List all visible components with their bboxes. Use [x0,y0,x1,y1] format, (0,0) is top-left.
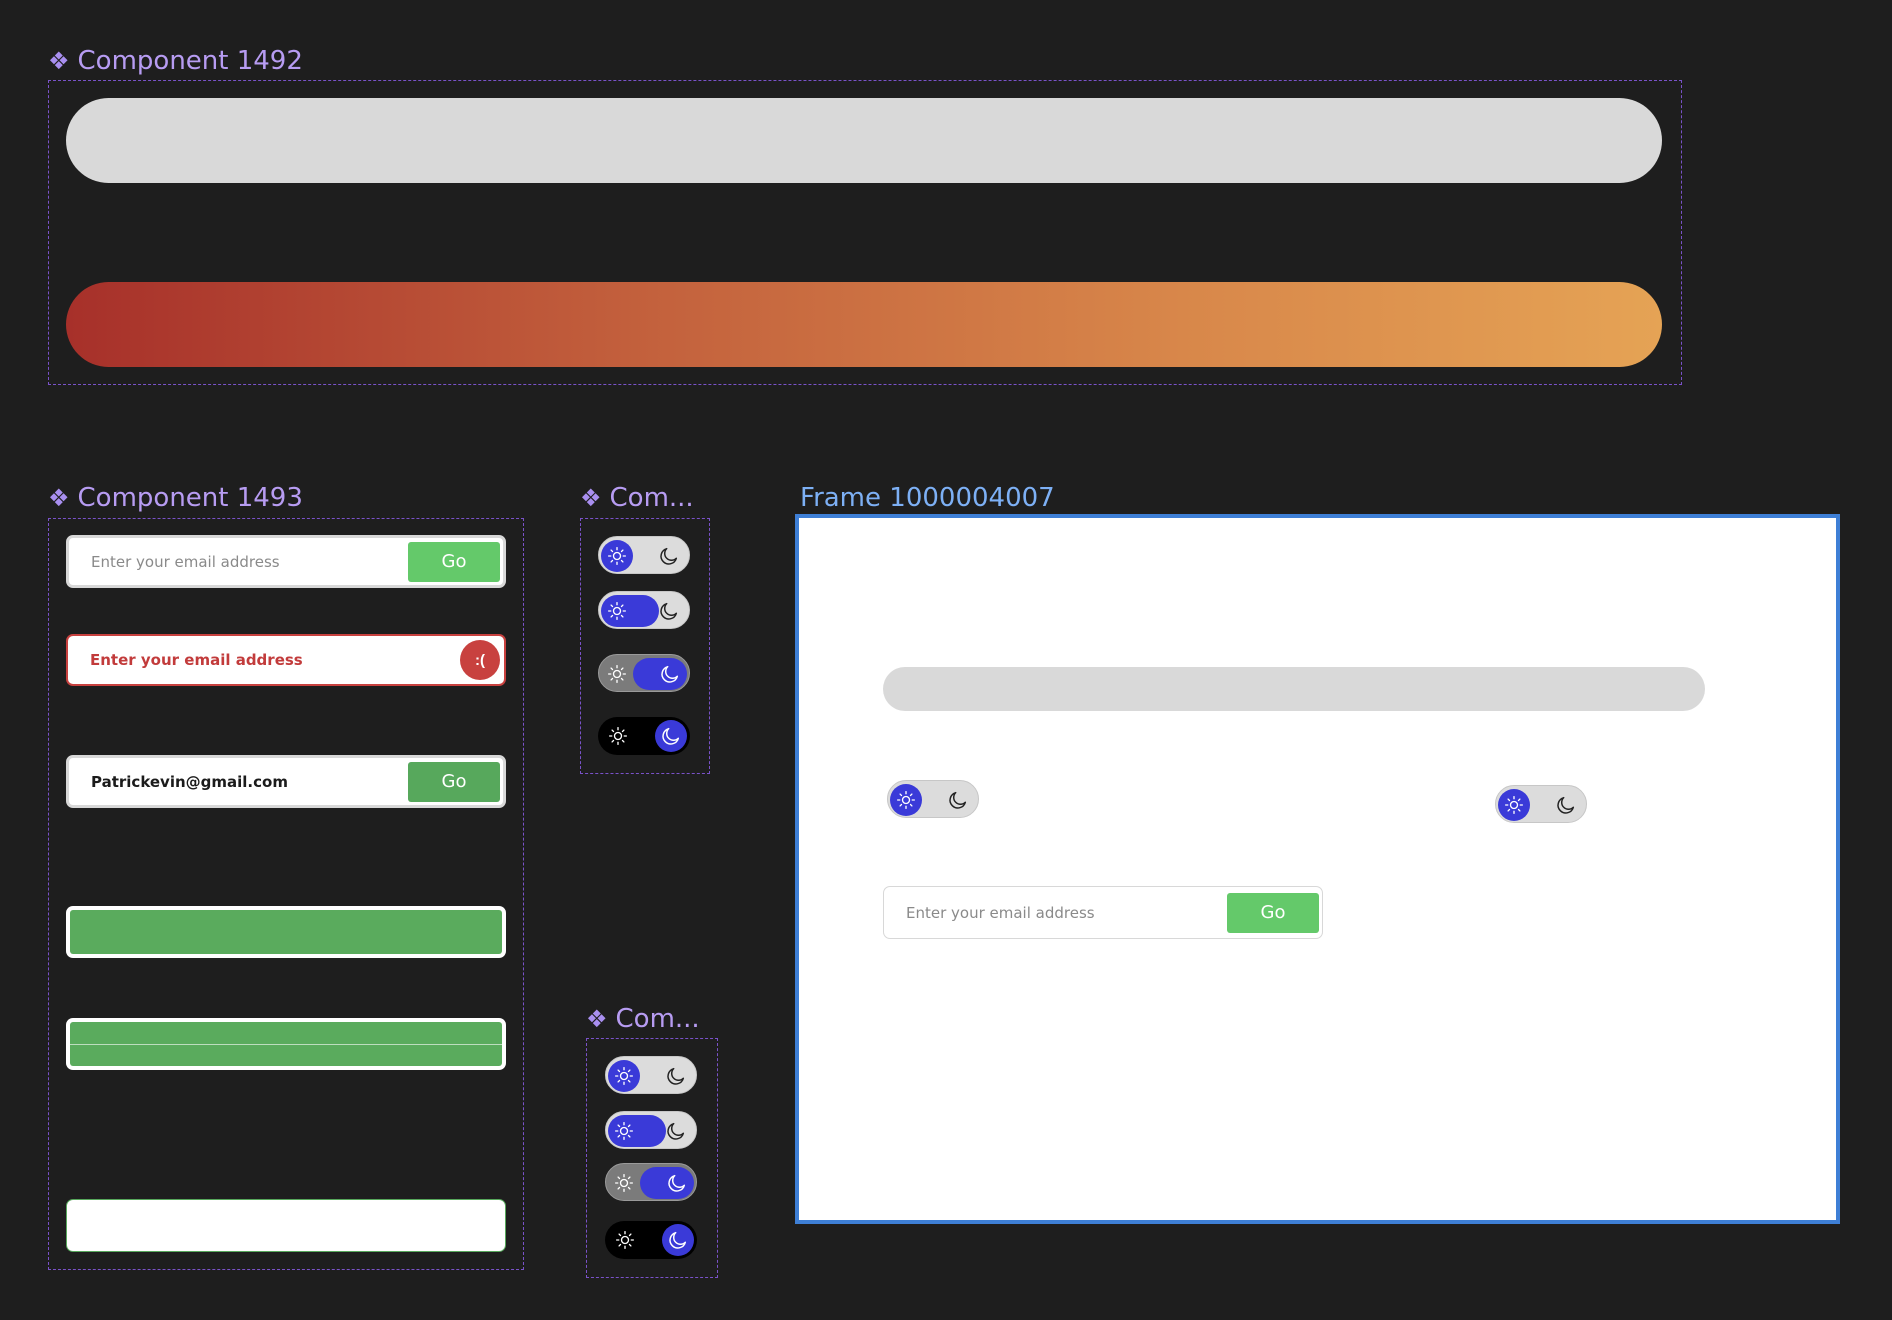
component-1492-title: Component 1492 [77,46,303,76]
component-1493-title: Component 1493 [77,483,303,513]
toggle-component-a-label: ❖ Com... [580,485,694,511]
gradient-progress-bar [66,282,1662,367]
toggle-component-b-label: ❖ Com... [586,1006,700,1032]
moon-icon [1550,786,1582,824]
toggle-knob [608,1060,640,1092]
sun-icon [609,1221,641,1259]
go-button[interactable]: Go [408,761,500,802]
error-sad-icon: :( [460,640,500,680]
theme-toggle-transition-2[interactable] [598,654,690,692]
component-1493-container [48,518,524,1270]
theme-toggle-transition-2[interactable] [605,1163,697,1201]
email-input-success [66,1018,506,1070]
frame-theme-toggle-right[interactable] [1495,785,1587,823]
component-1492-label: ❖ Component 1492 [48,48,303,74]
sun-icon [614,1121,634,1141]
theme-toggle-dark[interactable] [605,1221,697,1259]
sun-icon [602,717,634,755]
theme-toggle-transition-1[interactable] [598,591,690,629]
toggle-knob [601,540,633,572]
frame-email-input[interactable]: Enter your email address Go [883,886,1323,939]
sun-icon [608,1164,640,1202]
email-input-empty[interactable] [66,1199,506,1252]
component-icon: ❖ [48,484,70,512]
frame-canvas[interactable]: Enter your email address Go [795,514,1840,1224]
email-input-error[interactable]: Enter your email address :( [66,634,506,686]
toggle-knob [890,784,922,816]
loading-fill [70,910,502,954]
progress-track-bar [66,98,1662,183]
toggle-knob [640,1167,694,1199]
toggle-knob [601,595,659,627]
email-placeholder: Enter your email address [906,903,1095,922]
email-value: Patrickevin@gmail.com [91,772,288,791]
frame-progress-bar [883,667,1705,711]
component-icon: ❖ [48,47,70,75]
moon-icon [653,592,685,630]
toggle-knob [633,658,687,690]
theme-toggle-light[interactable] [598,536,690,574]
theme-toggle-dark[interactable] [598,717,690,755]
moon-icon [942,781,974,819]
moon-icon [667,1229,689,1251]
email-placeholder: Enter your email address [91,552,280,571]
moon-icon [660,1112,692,1150]
moon-icon [660,725,682,747]
email-input-default[interactable]: Enter your email address Go [66,535,506,588]
go-button[interactable]: Go [408,541,500,582]
component-icon: ❖ [586,1005,608,1033]
moon-icon [659,663,681,685]
toggle-component-a-title: Com... [609,483,694,513]
email-error-placeholder: Enter your email address [90,651,303,669]
sun-icon [1504,795,1524,815]
email-input-filled[interactable]: Patrickevin@gmail.com Go [66,755,506,808]
moon-icon [660,1057,692,1095]
frame-label: Frame 1000004007 [800,483,1055,513]
frame-theme-toggle-left[interactable] [887,780,979,818]
sun-icon [607,546,627,566]
sun-icon [607,601,627,621]
component-1493-label: ❖ Component 1493 [48,485,303,511]
sun-icon [896,790,916,810]
toggle-knob [608,1115,666,1147]
sun-icon [614,1066,634,1086]
theme-toggle-light[interactable] [605,1056,697,1094]
success-fill [70,1022,502,1066]
go-button[interactable]: Go [1227,892,1319,933]
moon-icon [653,537,685,575]
toggle-knob [655,720,687,752]
theme-toggle-transition-1[interactable] [605,1111,697,1149]
toggle-component-b-title: Com... [615,1004,700,1034]
email-input-loading [66,906,506,958]
sun-icon [601,655,633,693]
moon-icon [666,1172,688,1194]
toggle-knob [662,1224,694,1256]
toggle-knob [1498,789,1530,821]
component-icon: ❖ [580,484,602,512]
